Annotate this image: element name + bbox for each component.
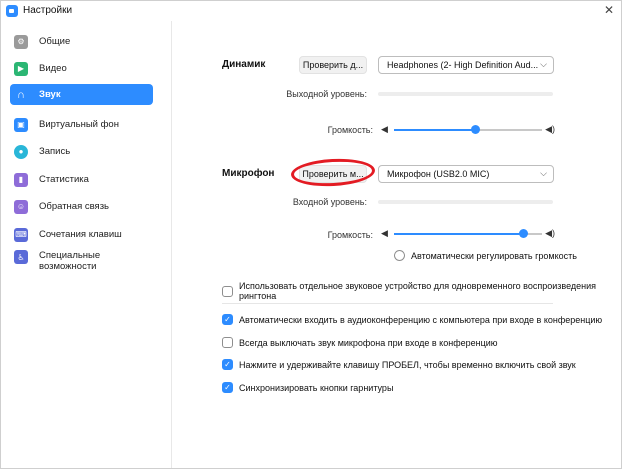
- auto-adjust-volume-label: Автоматически регулировать громкость: [411, 250, 577, 261]
- microphone-section-label: Микрофон: [222, 168, 275, 179]
- mute-mic-on-join-option[interactable]: Всегда выключать звук микрофона при вход…: [222, 337, 498, 348]
- headphones-icon: ∩: [17, 88, 25, 101]
- keyboard-icon: ⌨: [14, 227, 28, 242]
- volume-low-icon: ◀: [381, 124, 388, 134]
- settings-window: Настройки ✕ ⚙ Общие ▶ Видео ∩ Звук ▣ Вир…: [0, 0, 622, 469]
- sidebar-item-label: Видео: [39, 63, 67, 74]
- test-microphone-button[interactable]: Проверить м...: [299, 165, 367, 183]
- sidebar-item-label: Сочетания клавиш: [39, 229, 122, 240]
- output-level-meter: [378, 92, 553, 96]
- auto-join-audio-checkbox[interactable]: ✓: [222, 314, 233, 325]
- speaker-volume-slider[interactable]: ◀ ◀): [381, 124, 555, 136]
- statistics-icon: ▮: [14, 172, 28, 187]
- test-speaker-button[interactable]: Проверить д...: [299, 56, 367, 74]
- sidebar-item-label: Общие: [39, 36, 71, 47]
- sidebar-item-feedback[interactable]: ☺ Обратная связь: [10, 196, 153, 217]
- push-to-talk-checkbox[interactable]: ✓: [222, 359, 233, 370]
- title-bar: Настройки ✕: [1, 1, 621, 21]
- slider-knob[interactable]: [519, 229, 528, 238]
- mute-mic-on-join-checkbox[interactable]: [222, 337, 233, 348]
- record-icon: ●: [14, 144, 28, 159]
- sidebar-item-general[interactable]: ⚙ Общие: [10, 31, 153, 52]
- speaker-device-select[interactable]: Headphones (2- High Definition Aud... ⌵: [378, 56, 554, 74]
- sidebar-item-video[interactable]: ▶ Видео: [10, 58, 153, 79]
- sync-headset-buttons-option[interactable]: ✓ Синхронизировать кнопки гарнитуры: [222, 382, 393, 393]
- sidebar-divider: [171, 21, 172, 468]
- microphone-device-select[interactable]: Микрофон (USB2.0 MIC) ⌵: [378, 165, 554, 183]
- slider-fill: [394, 233, 523, 235]
- window-title: Настройки: [23, 5, 73, 16]
- volume-high-icon: ◀): [545, 124, 555, 134]
- zoom-app-icon: [6, 5, 18, 17]
- sidebar-item-keyboard-shortcuts[interactable]: ⌨ Сочетания клавиш: [10, 224, 153, 245]
- auto-adjust-volume-option[interactable]: Автоматически регулировать громкость: [394, 250, 577, 261]
- output-level-label: Выходной уровень:: [286, 89, 367, 99]
- speaker-volume-label: Громкость:: [327, 125, 373, 135]
- push-to-talk-option[interactable]: ✓ Нажмите и удерживайте клавишу ПРОБЕЛ, …: [222, 359, 576, 370]
- chevron-down-icon: ⌵: [540, 59, 547, 69]
- video-icon: ▶: [14, 61, 28, 76]
- sidebar-item-label: Запись: [39, 146, 71, 157]
- slider-knob[interactable]: [471, 125, 480, 134]
- sidebar-item-label: Виртуальный фон: [39, 119, 119, 130]
- sidebar-item-audio[interactable]: ∩ Звук: [10, 84, 153, 105]
- input-level-meter: [378, 200, 553, 204]
- divider: [222, 303, 553, 304]
- sidebar: ⚙ Общие ▶ Видео ∩ Звук ▣ Виртуальный фон…: [1, 21, 169, 468]
- speaker-section-label: Динамик: [222, 59, 266, 70]
- separate-ringtone-device-option[interactable]: Использовать отдельное звуковое устройст…: [222, 281, 621, 301]
- microphone-volume-label: Громкость:: [327, 230, 373, 240]
- mute-mic-on-join-label: Всегда выключать звук микрофона при вход…: [239, 337, 498, 348]
- sync-headset-buttons-label: Синхронизировать кнопки гарнитуры: [239, 382, 394, 393]
- sidebar-item-label: Звук: [39, 89, 61, 100]
- slider-fill: [394, 129, 475, 131]
- sidebar-item-statistics[interactable]: ▮ Статистика: [10, 169, 153, 190]
- volume-high-icon: ◀): [545, 228, 555, 238]
- auto-adjust-volume-checkbox[interactable]: [394, 250, 405, 261]
- sidebar-item-recording[interactable]: ● Запись: [10, 141, 153, 162]
- gear-icon: ⚙: [14, 34, 28, 49]
- feedback-icon: ☺: [14, 199, 28, 214]
- accessibility-icon: ♿: [14, 250, 28, 264]
- sidebar-item-accessibility[interactable]: ♿ Специальные возможности: [10, 250, 153, 280]
- close-icon[interactable]: ✕: [604, 3, 614, 17]
- volume-low-icon: ◀: [381, 228, 388, 238]
- separate-ringtone-device-label: Использовать отдельное звуковое устройст…: [239, 281, 597, 301]
- sidebar-item-label: Статистика: [39, 174, 89, 185]
- auto-join-audio-option[interactable]: ✓ Автоматически входить в аудиоконференц…: [222, 314, 602, 325]
- auto-join-audio-label: Автоматически входить в аудиоконференцию…: [239, 314, 603, 325]
- input-level-label: Входной уровень:: [292, 197, 367, 207]
- sidebar-item-label: Обратная связь: [39, 201, 109, 212]
- sync-headset-buttons-checkbox[interactable]: ✓: [222, 382, 233, 393]
- microphone-volume-slider[interactable]: ◀ ◀): [381, 228, 555, 240]
- speaker-device-value: Headphones (2- High Definition Aud...: [387, 60, 539, 70]
- sidebar-item-virtual-background[interactable]: ▣ Виртуальный фон: [10, 114, 153, 135]
- sidebar-item-label: Специальные возможности: [39, 250, 101, 272]
- microphone-device-value: Микрофон (USB2.0 MIC): [387, 169, 490, 179]
- push-to-talk-label: Нажмите и удерживайте клавишу ПРОБЕЛ, чт…: [239, 359, 576, 370]
- separate-ringtone-device-checkbox[interactable]: [222, 285, 233, 297]
- virtual-background-icon: ▣: [14, 117, 28, 132]
- chevron-down-icon: ⌵: [540, 168, 547, 178]
